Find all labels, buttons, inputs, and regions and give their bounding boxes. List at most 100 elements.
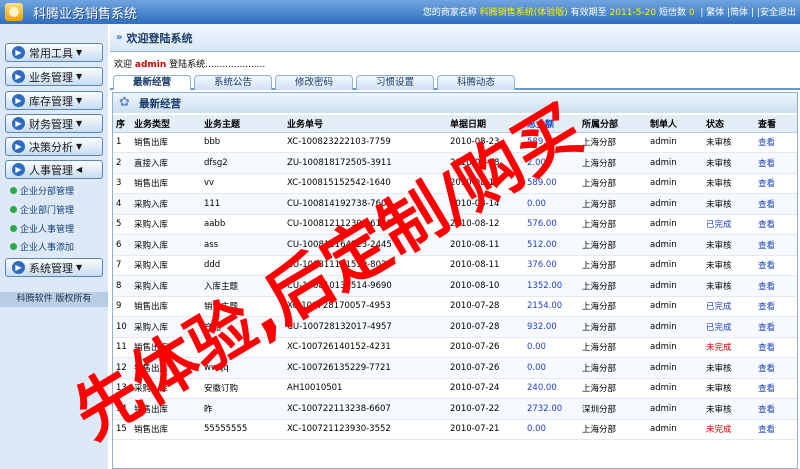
column-header[interactable]: 总金额: [524, 115, 579, 133]
branch: 上海分部: [579, 255, 647, 276]
table-row: 14 销售出库昨 XC-100722113238-6607 2010-07-22 273…: [113, 398, 797, 420]
total-amount: 2.00: [524, 152, 579, 174]
menu-label: 常用工具: [29, 46, 73, 60]
table-row: 4 采购入库 111 CU-100814192738-7601 2010-08-14 0.…: [113, 193, 797, 215]
view-link[interactable]: 查看: [755, 173, 797, 194]
link-traditional[interactable]: 繁体: [706, 8, 724, 18]
tab-announcement[interactable]: 系统公告: [194, 75, 272, 90]
branch: 上海分部: [579, 296, 647, 317]
table-row: 7 采购入库 ddd CU-100811111530-8020 2010-08-11 37…: [113, 255, 797, 276]
hr-item-label: 企业部门管理: [20, 206, 75, 216]
table-row: 13 采购入库 安徽订购 AH10010501 2010-07-24 240.00 上海分部…: [113, 378, 797, 399]
status: 未完成: [703, 337, 755, 358]
logout-link[interactable]: 安全退出: [760, 8, 796, 18]
menu-business[interactable]: ▶ 业务管理 ▼: [5, 67, 103, 86]
table-row: 9 销售出库 销售主题 XC-100728170057-4953 2010-07-28 2…: [113, 296, 797, 317]
business-type: 销售出库: [131, 419, 201, 440]
order-number: XC-100815152542-1640: [284, 173, 447, 194]
business-subject: dfsg2: [201, 152, 284, 174]
valid-label: 有效期至: [570, 8, 607, 18]
business-type: 采购入库: [131, 193, 201, 215]
view-link[interactable]: 查看: [755, 132, 797, 153]
status: 未审核: [703, 234, 755, 256]
menu-analysis[interactable]: ▶ 决策分析 ▼: [5, 137, 103, 156]
business-type: 销售出库: [131, 173, 201, 194]
order-number: XC-100721123930-3552: [284, 419, 447, 440]
order-number: CU-100728132017-4957: [284, 316, 447, 338]
panel-header: ✿ 最新经营: [113, 93, 797, 113]
business-subject: ass: [201, 234, 284, 256]
menu-system[interactable]: ▶ 系统管理 ▼: [5, 258, 103, 277]
view-link[interactable]: 查看: [755, 337, 797, 358]
tab-preferences[interactable]: 习惯设置: [356, 75, 434, 90]
chevron-down-icon: ▼: [76, 263, 83, 272]
order-number: CU-100811164123-2445: [284, 234, 447, 256]
welcome-prefix: 欢迎: [114, 60, 133, 70]
creator: admin: [647, 234, 703, 256]
hr-item-add[interactable]: 企业人事添加: [10, 240, 74, 253]
view-link[interactable]: 查看: [755, 152, 797, 174]
table-row: 6 采购入库 ass CU-100811164123-2445 2010-08-11 51…: [113, 234, 797, 256]
menu-inventory[interactable]: ▶ 库存管理 ▼: [5, 91, 103, 110]
order-date: 2010-08-23: [447, 132, 524, 153]
view-link[interactable]: 查看: [755, 316, 797, 338]
view-link[interactable]: 查看: [755, 275, 797, 297]
creator: admin: [647, 357, 703, 379]
view-link[interactable]: 查看: [755, 193, 797, 215]
order-date: 2010-07-21: [447, 419, 524, 440]
branch: 上海分部: [579, 152, 647, 174]
status: 未审核: [703, 275, 755, 297]
view-link[interactable]: 查看: [755, 357, 797, 379]
menu-label: 决策分析: [29, 140, 73, 154]
total-amount: 376.00: [524, 255, 579, 276]
menu-finance[interactable]: ▶ 财务管理 ▼: [5, 114, 103, 133]
business-type: 直接入库: [131, 152, 201, 174]
bullet-icon: [10, 187, 17, 194]
order-number: CU-100814192738-7601: [284, 193, 447, 215]
total-amount: 240.00: [524, 378, 579, 399]
view-link[interactable]: 查看: [755, 398, 797, 420]
business-type: 采购入库: [131, 275, 201, 297]
menu-arrow-icon: ▶: [12, 94, 25, 107]
creator: admin: [647, 378, 703, 399]
business-type: 销售出库: [131, 132, 201, 153]
view-link[interactable]: 查看: [755, 214, 797, 235]
creator: admin: [647, 398, 703, 420]
status: 已完成: [703, 316, 755, 338]
creator: admin: [647, 419, 703, 440]
branch: 上海分部: [579, 316, 647, 338]
order-date: 2010-07-28: [447, 296, 524, 317]
hr-item-department[interactable]: 企业部门管理: [10, 203, 74, 216]
creator: admin: [647, 316, 703, 338]
view-link[interactable]: 查看: [755, 419, 797, 440]
tab-password[interactable]: 修改密码: [275, 75, 353, 90]
view-link[interactable]: 查看: [755, 255, 797, 276]
menu-label: 业务管理: [29, 70, 73, 84]
business-subject: ddd: [201, 255, 284, 276]
welcome-line: 欢迎 admin 登陆系统.....................: [114, 57, 265, 70]
business-type: 采购入库: [131, 234, 201, 256]
row-index: 9: [113, 296, 131, 317]
view-link[interactable]: 查看: [755, 378, 797, 399]
creator: admin: [647, 275, 703, 297]
link-simplified[interactable]: 简体: [730, 8, 748, 18]
menu-label: 库存管理: [29, 94, 73, 108]
business-table: 序业务类型 业务主题 业务单号 单据日期 总金额 所属分部 制单人 状态 查看 1 销售出库 bbb…: [113, 115, 797, 440]
row-index: 12: [113, 357, 131, 379]
tab-latest[interactable]: 最新经营: [113, 75, 191, 90]
main-header-title: 欢迎登陆系统: [126, 31, 193, 45]
hr-item-branch[interactable]: 企业分部管理: [10, 184, 74, 197]
branch: 上海分部: [579, 419, 647, 440]
menu-tools[interactable]: ▶ 常用工具 ▼: [5, 43, 103, 62]
creator: admin: [647, 255, 703, 276]
order-date: 2010-08-10: [447, 275, 524, 297]
chevron-down-icon: ▼: [76, 72, 83, 81]
view-link[interactable]: 查看: [755, 296, 797, 317]
view-link[interactable]: 查看: [755, 234, 797, 256]
hr-item-staff[interactable]: 企业人事管理: [10, 222, 74, 235]
tab-news[interactable]: 科腾动态: [437, 75, 515, 90]
menu-hr[interactable]: ▶ 人事管理 ◀: [5, 160, 103, 179]
column-header: 业务主题: [201, 115, 284, 133]
column-header: 查看: [755, 115, 797, 133]
main-header: » 欢迎登陆系统: [110, 24, 800, 52]
